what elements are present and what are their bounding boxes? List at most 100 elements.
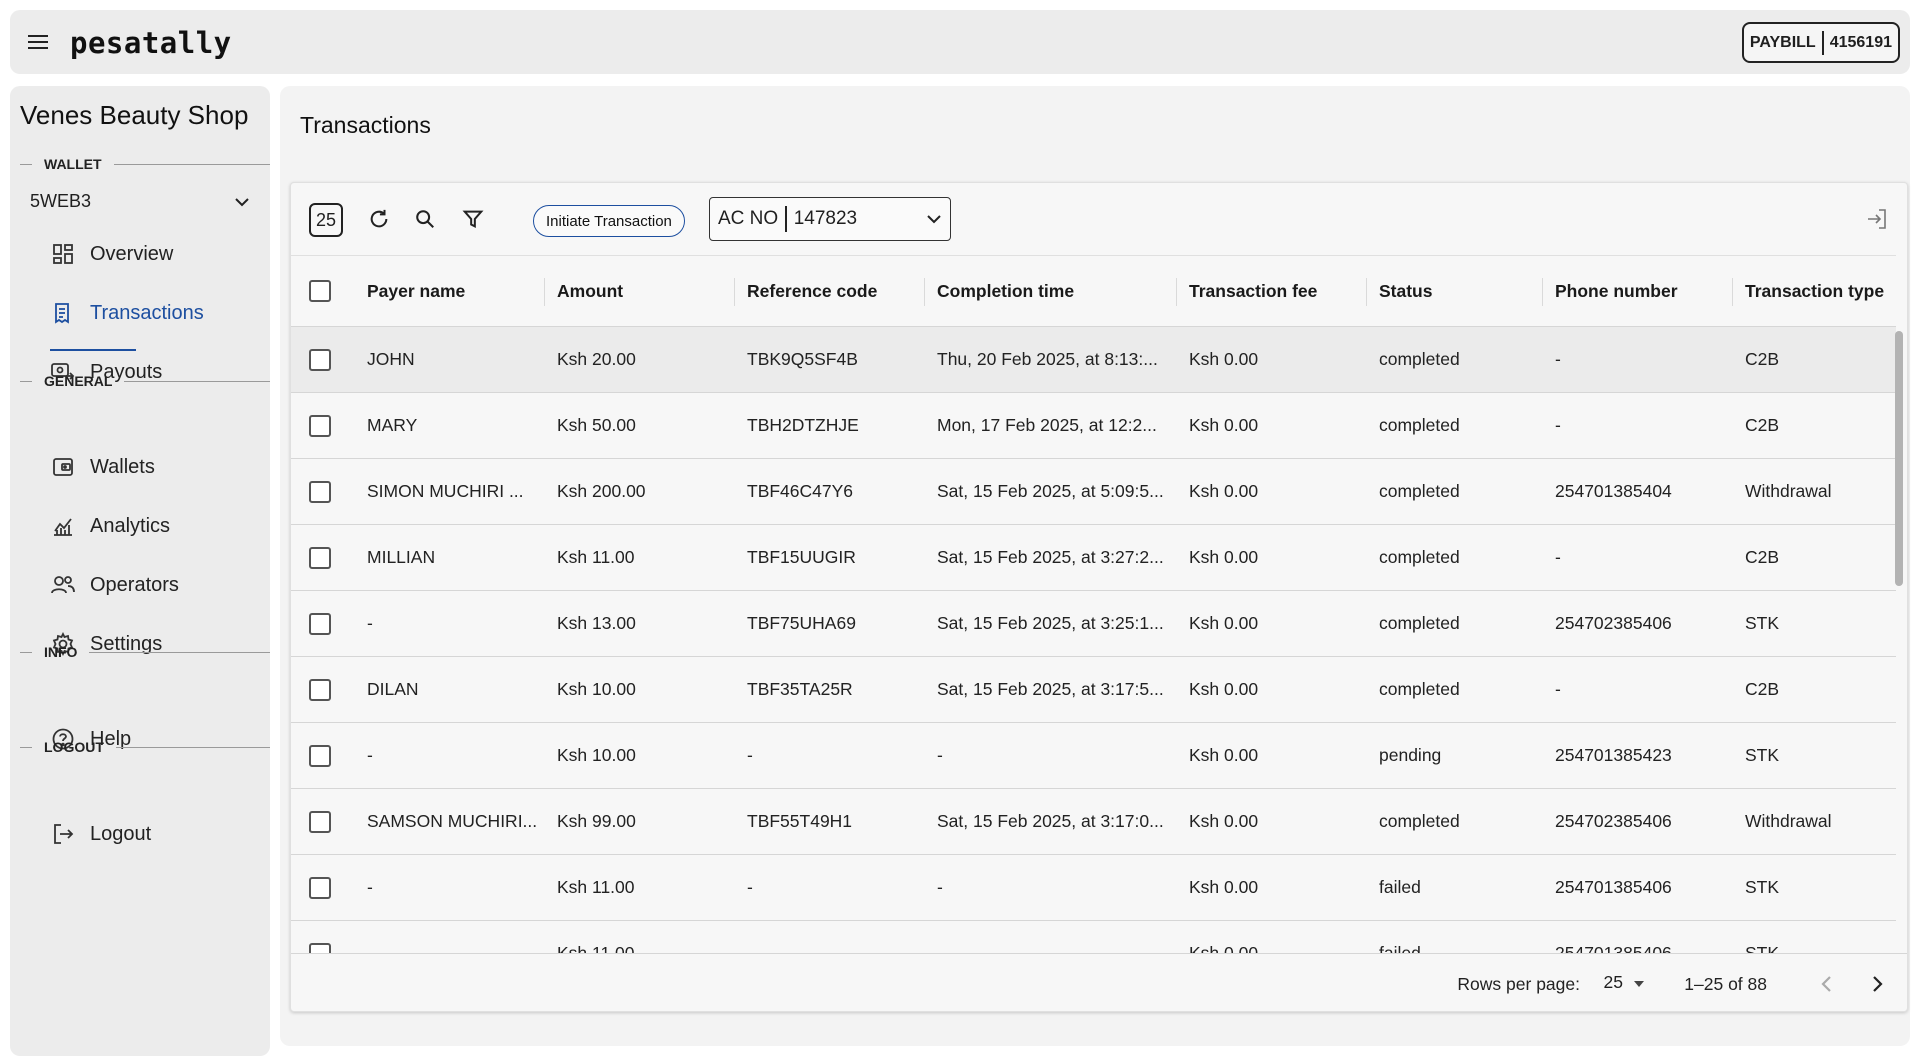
paybill-badge: PAYBILL 4156191: [1741, 22, 1900, 63]
row-checkbox[interactable]: [309, 744, 331, 767]
sidebar-item-overview[interactable]: Overview: [50, 234, 173, 274]
row-checkbox[interactable]: [309, 546, 331, 569]
reference-cell: TBF75UHA69: [747, 613, 856, 633]
amount-cell: Ksh 11.00: [557, 547, 635, 567]
amount-cell: Ksh 10.00: [557, 679, 636, 699]
row-checkbox[interactable]: [309, 876, 331, 899]
select-all-checkbox[interactable]: [309, 280, 331, 302]
payer-name-cell: -: [367, 745, 373, 765]
reference-cell: TBF46C47Y6: [747, 481, 854, 501]
page-size-button[interactable]: 25: [309, 203, 343, 237]
sidebar-item-analytics[interactable]: Analytics: [50, 506, 170, 546]
type-cell: C2B: [1745, 349, 1780, 369]
payer-name-cell: SIMON MUCHIRI ...: [367, 481, 524, 501]
paybill-divider: [1821, 30, 1824, 55]
row-checkbox[interactable]: [309, 480, 331, 503]
payer-name-cell: -: [367, 943, 373, 953]
transactions-table-card: 25 Initiate Transaction AC NO 147823 Pay…: [290, 182, 1908, 1012]
section-info: INFO: [20, 644, 270, 660]
row-checkbox[interactable]: [309, 810, 331, 833]
row-checkbox[interactable]: [309, 678, 331, 701]
search-icon[interactable]: [407, 201, 443, 237]
payer-name-cell: -: [367, 613, 373, 633]
column-header[interactable]: Transaction fee: [1189, 256, 1359, 326]
amount-cell: Ksh 200.00: [557, 481, 646, 501]
fee-cell: Ksh 0.00: [1189, 613, 1259, 633]
column-header[interactable]: Reference code: [747, 256, 917, 326]
table-row[interactable]: MARY Ksh 50.00 TBH2DTZHJE Mon, 17 Feb 20…: [291, 393, 1896, 459]
export-icon[interactable]: [1861, 203, 1893, 235]
reference-cell: TBF35TA25R: [747, 679, 853, 699]
section-wallet: WALLET: [20, 156, 270, 172]
sidebar-item-label: Operators: [90, 573, 179, 596]
sidebar-item-label: Overview: [90, 242, 174, 265]
payer-name-cell: SAMSON MUCHIRI...: [367, 811, 537, 831]
row-checkbox[interactable]: [309, 612, 331, 635]
column-header[interactable]: Phone number: [1555, 256, 1725, 326]
row-checkbox[interactable]: [309, 942, 331, 953]
type-cell: C2B: [1745, 415, 1780, 435]
sidebar-item-transactions[interactable]: Transactions: [50, 293, 204, 333]
sidebar-item-label: Analytics: [90, 514, 171, 537]
table-scrollbar[interactable]: [1895, 331, 1903, 586]
column-header[interactable]: Transaction type: [1745, 256, 1895, 326]
status-cell: completed: [1379, 811, 1460, 831]
table-row[interactable]: JOHN Ksh 20.00 TBK9Q5SF4B Thu, 20 Feb 20…: [291, 327, 1896, 393]
column-header[interactable]: Amount: [557, 256, 727, 326]
pagination-range: 1–25 of 88: [1684, 974, 1767, 994]
section-label: GENERAL: [44, 373, 113, 389]
completion-time-cell: Sat, 15 Feb 2025, at 3:25:1...: [937, 613, 1164, 633]
caret-down-icon: [1633, 972, 1645, 993]
row-checkbox[interactable]: [309, 414, 331, 437]
account-number-select[interactable]: AC NO 147823: [709, 197, 951, 241]
paybill-label: PAYBILL: [1749, 33, 1816, 51]
paybill-number: 4156191: [1829, 33, 1892, 51]
sidebar-item-operators[interactable]: Operators: [50, 565, 179, 605]
completion-time-cell: Mon, 17 Feb 2025, at 12:2...: [937, 415, 1157, 435]
column-header[interactable]: Payer name: [367, 256, 537, 326]
table-row[interactable]: DILAN Ksh 10.00 TBF35TA25R Sat, 15 Feb 2…: [291, 657, 1896, 723]
type-cell: C2B: [1745, 679, 1780, 699]
status-cell: pending: [1379, 745, 1442, 765]
previous-page-icon[interactable]: [1811, 968, 1843, 1000]
table-row[interactable]: SAMSON MUCHIRI... Ksh 99.00 TBF55T49H1 S…: [291, 789, 1896, 855]
logout-icon: [50, 821, 76, 847]
table-header-row: Payer name Amount Reference code Complet…: [291, 255, 1896, 327]
status-cell: completed: [1379, 613, 1460, 633]
rows-per-page-label: Rows per page:: [1457, 974, 1580, 994]
completion-time-cell: -: [937, 943, 943, 953]
rows-per-page-select[interactable]: 25: [1604, 972, 1645, 993]
column-header[interactable]: Status: [1379, 256, 1539, 326]
fee-cell: Ksh 0.00: [1189, 415, 1259, 435]
shop-name: Venes Beauty Shop: [20, 100, 249, 130]
phone-cell: 254701385406: [1555, 943, 1672, 953]
table-row[interactable]: - Ksh 11.00 - - Ksh 0.00 failed 25470138…: [291, 921, 1896, 953]
table-row[interactable]: MILLIAN Ksh 11.00 TBF15UUGIR Sat, 15 Feb…: [291, 525, 1896, 591]
reference-cell: -: [747, 943, 753, 953]
filter-icon[interactable]: [455, 201, 491, 237]
section-general: GENERAL: [20, 373, 270, 389]
reference-cell: TBK9Q5SF4B: [747, 349, 858, 369]
section-label: WALLET: [44, 156, 102, 172]
completion-time-cell: Sat, 15 Feb 2025, at 5:09:5...: [937, 481, 1164, 501]
phone-cell: 254702385406: [1555, 613, 1672, 633]
table-row[interactable]: SIMON MUCHIRI ... Ksh 200.00 TBF46C47Y6 …: [291, 459, 1896, 525]
table-row[interactable]: - Ksh 13.00 TBF75UHA69 Sat, 15 Feb 2025,…: [291, 591, 1896, 657]
type-cell: STK: [1745, 613, 1780, 633]
next-page-icon[interactable]: [1861, 968, 1893, 1000]
initiate-transaction-button[interactable]: Initiate Transaction: [533, 205, 685, 237]
status-cell: failed: [1379, 943, 1421, 953]
refresh-icon[interactable]: [361, 201, 397, 237]
rows-per-page-value: 25: [1603, 972, 1623, 992]
row-checkbox[interactable]: [309, 348, 331, 371]
analytics-icon: [50, 513, 76, 539]
table-row[interactable]: - Ksh 10.00 - - Ksh 0.00 pending 2547013…: [291, 723, 1896, 789]
column-header[interactable]: Completion time: [937, 256, 1167, 326]
sidebar-item-wallets[interactable]: Wallets: [50, 447, 155, 487]
wallet-select[interactable]: 5WEB3: [30, 186, 250, 216]
phone-cell: 254701385406: [1555, 877, 1672, 897]
menu-icon[interactable]: [22, 28, 54, 56]
table-row[interactable]: - Ksh 11.00 - - Ksh 0.00 failed 25470138…: [291, 855, 1896, 921]
active-indicator: [50, 349, 136, 351]
sidebar-item-logout[interactable]: Logout: [50, 814, 151, 854]
